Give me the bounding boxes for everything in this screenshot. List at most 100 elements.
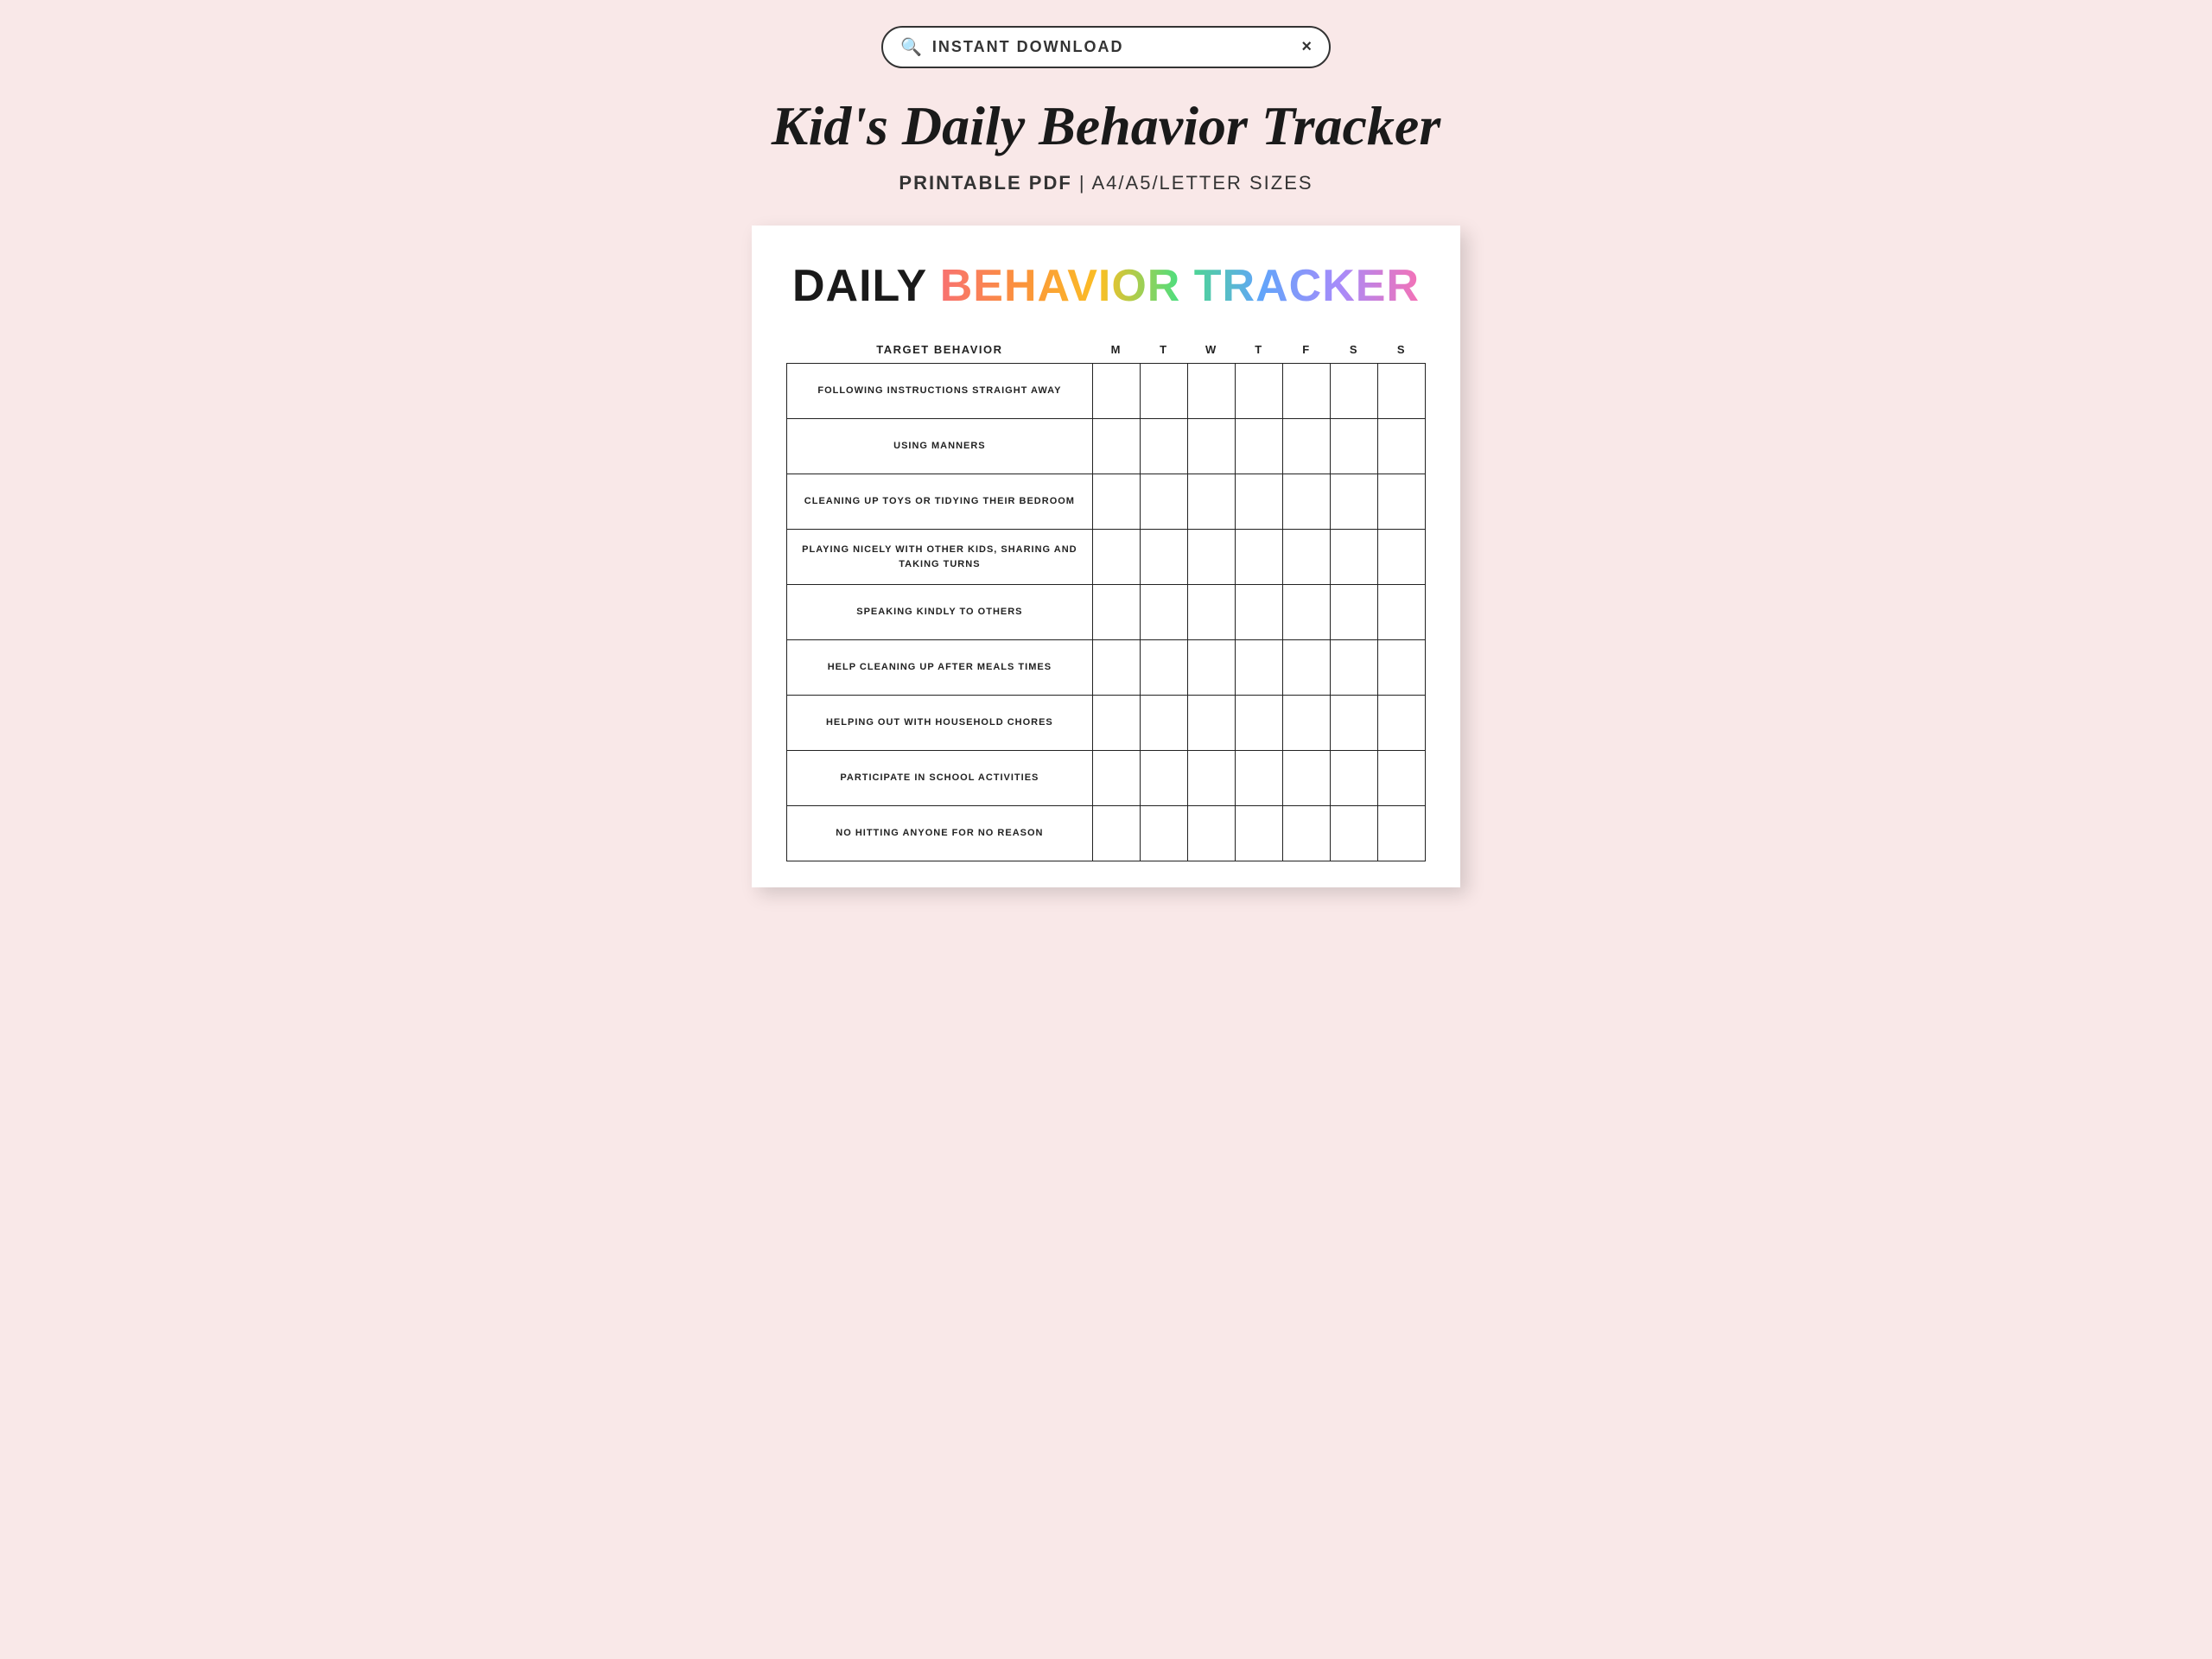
day-checkbox-cell[interactable] — [1187, 474, 1235, 530]
table-row: PLAYING NICELY WITH OTHER KIDS, SHARING … — [787, 530, 1426, 585]
day-checkbox-cell[interactable] — [1377, 419, 1425, 474]
day-checkbox-cell[interactable] — [1282, 364, 1330, 419]
document-container: DAILY BEHAVIOR TRACKER TARGET BEHAVIOR M… — [752, 226, 1460, 887]
day-checkbox-cell[interactable] — [1330, 640, 1377, 696]
day-checkbox-cell[interactable] — [1282, 696, 1330, 751]
day-checkbox-cell[interactable] — [1377, 696, 1425, 751]
day-checkbox-cell[interactable] — [1377, 751, 1425, 806]
behavior-cell: CLEANING UP TOYS OR TIDYING THEIR BEDROO… — [787, 474, 1093, 530]
day-checkbox-cell[interactable] — [1140, 364, 1187, 419]
day-checkbox-cell[interactable] — [1282, 640, 1330, 696]
day-header-fri: F — [1282, 336, 1330, 364]
day-checkbox-cell[interactable] — [1187, 419, 1235, 474]
day-checkbox-cell[interactable] — [1377, 585, 1425, 640]
behavior-cell: HELP CLEANING UP AFTER MEALS TIMES — [787, 640, 1093, 696]
table-row: HELPING OUT WITH HOUSEHOLD CHORES — [787, 696, 1426, 751]
day-checkbox-cell[interactable] — [1235, 364, 1282, 419]
behavior-cell: USING MANNERS — [787, 419, 1093, 474]
day-checkbox-cell[interactable] — [1282, 751, 1330, 806]
search-bar[interactable]: 🔍 INSTANT DOWNLOAD × — [881, 26, 1331, 68]
day-checkbox-cell[interactable] — [1282, 530, 1330, 585]
day-checkbox-cell[interactable] — [1140, 640, 1187, 696]
day-checkbox-cell[interactable] — [1092, 530, 1140, 585]
day-checkbox-cell[interactable] — [1330, 419, 1377, 474]
day-checkbox-cell[interactable] — [1282, 419, 1330, 474]
day-checkbox-cell[interactable] — [1235, 696, 1282, 751]
day-checkbox-cell[interactable] — [1092, 474, 1140, 530]
day-header-sat: S — [1330, 336, 1377, 364]
day-checkbox-cell[interactable] — [1140, 585, 1187, 640]
table-header-row: TARGET BEHAVIOR M T W T F S S — [787, 336, 1426, 364]
behavior-column-header: TARGET BEHAVIOR — [787, 336, 1093, 364]
day-checkbox-cell[interactable] — [1235, 585, 1282, 640]
day-checkbox-cell[interactable] — [1330, 696, 1377, 751]
day-checkbox-cell[interactable] — [1187, 696, 1235, 751]
day-header-tue: T — [1140, 336, 1187, 364]
day-checkbox-cell[interactable] — [1235, 806, 1282, 861]
day-checkbox-cell[interactable] — [1282, 806, 1330, 861]
day-checkbox-cell[interactable] — [1330, 585, 1377, 640]
day-checkbox-cell[interactable] — [1187, 585, 1235, 640]
day-checkbox-cell[interactable] — [1330, 530, 1377, 585]
table-row: SPEAKING KINDLY TO OTHERS — [787, 585, 1426, 640]
day-header-mon: M — [1092, 336, 1140, 364]
day-checkbox-cell[interactable] — [1140, 419, 1187, 474]
tracker-table: TARGET BEHAVIOR M T W T F S S FOLLOWING … — [786, 336, 1426, 861]
day-checkbox-cell[interactable] — [1140, 696, 1187, 751]
page-title: Kid's Daily Behavior Tracker — [772, 94, 1440, 158]
day-checkbox-cell[interactable] — [1092, 806, 1140, 861]
table-row: NO HITTING ANYONE FOR NO REASON — [787, 806, 1426, 861]
day-checkbox-cell[interactable] — [1377, 364, 1425, 419]
subtitle-rest: | A4/A5/LETTER SIZES — [1072, 172, 1313, 194]
page-subtitle: PRINTABLE PDF | A4/A5/LETTER SIZES — [899, 172, 1313, 194]
day-checkbox-cell[interactable] — [1235, 751, 1282, 806]
day-checkbox-cell[interactable] — [1282, 474, 1330, 530]
day-checkbox-cell[interactable] — [1377, 640, 1425, 696]
day-checkbox-cell[interactable] — [1092, 585, 1140, 640]
day-checkbox-cell[interactable] — [1187, 640, 1235, 696]
day-checkbox-cell[interactable] — [1235, 474, 1282, 530]
day-checkbox-cell[interactable] — [1377, 474, 1425, 530]
day-checkbox-cell[interactable] — [1140, 530, 1187, 585]
day-checkbox-cell[interactable] — [1330, 474, 1377, 530]
behavior-cell: PARTICIPATE IN SCHOOL ACTIVITIES — [787, 751, 1093, 806]
search-text: INSTANT DOWNLOAD — [932, 38, 1291, 56]
day-checkbox-cell[interactable] — [1187, 364, 1235, 419]
tracker-title-rainbow: BEHAVIOR TRACKER — [940, 261, 1420, 311]
day-checkbox-cell[interactable] — [1187, 806, 1235, 861]
day-checkbox-cell[interactable] — [1092, 640, 1140, 696]
day-checkbox-cell[interactable] — [1282, 585, 1330, 640]
day-checkbox-cell[interactable] — [1377, 530, 1425, 585]
day-checkbox-cell[interactable] — [1187, 530, 1235, 585]
table-row: USING MANNERS — [787, 419, 1426, 474]
day-checkbox-cell[interactable] — [1140, 751, 1187, 806]
day-checkbox-cell[interactable] — [1377, 806, 1425, 861]
table-row: FOLLOWING INSTRUCTIONS STRAIGHT AWAY — [787, 364, 1426, 419]
behavior-cell: FOLLOWING INSTRUCTIONS STRAIGHT AWAY — [787, 364, 1093, 419]
day-checkbox-cell[interactable] — [1092, 696, 1140, 751]
day-checkbox-cell[interactable] — [1235, 419, 1282, 474]
day-header-thu: T — [1235, 336, 1282, 364]
day-checkbox-cell[interactable] — [1092, 751, 1140, 806]
subtitle-bold: PRINTABLE PDF — [899, 172, 1071, 194]
day-checkbox-cell[interactable] — [1140, 806, 1187, 861]
close-icon[interactable]: × — [1301, 37, 1312, 57]
day-checkbox-cell[interactable] — [1330, 364, 1377, 419]
table-row: PARTICIPATE IN SCHOOL ACTIVITIES — [787, 751, 1426, 806]
day-checkbox-cell[interactable] — [1092, 364, 1140, 419]
day-checkbox-cell[interactable] — [1330, 806, 1377, 861]
day-header-sun: S — [1377, 336, 1425, 364]
tracker-title: DAILY BEHAVIOR TRACKER — [786, 260, 1426, 312]
day-checkbox-cell[interactable] — [1330, 751, 1377, 806]
day-checkbox-cell[interactable] — [1235, 530, 1282, 585]
behavior-cell: HELPING OUT WITH HOUSEHOLD CHORES — [787, 696, 1093, 751]
search-icon: 🔍 — [900, 36, 922, 58]
day-checkbox-cell[interactable] — [1092, 419, 1140, 474]
table-row: CLEANING UP TOYS OR TIDYING THEIR BEDROO… — [787, 474, 1426, 530]
day-checkbox-cell[interactable] — [1140, 474, 1187, 530]
behavior-cell: NO HITTING ANYONE FOR NO REASON — [787, 806, 1093, 861]
behavior-cell: PLAYING NICELY WITH OTHER KIDS, SHARING … — [787, 530, 1093, 585]
day-checkbox-cell[interactable] — [1235, 640, 1282, 696]
day-header-wed: W — [1187, 336, 1235, 364]
day-checkbox-cell[interactable] — [1187, 751, 1235, 806]
